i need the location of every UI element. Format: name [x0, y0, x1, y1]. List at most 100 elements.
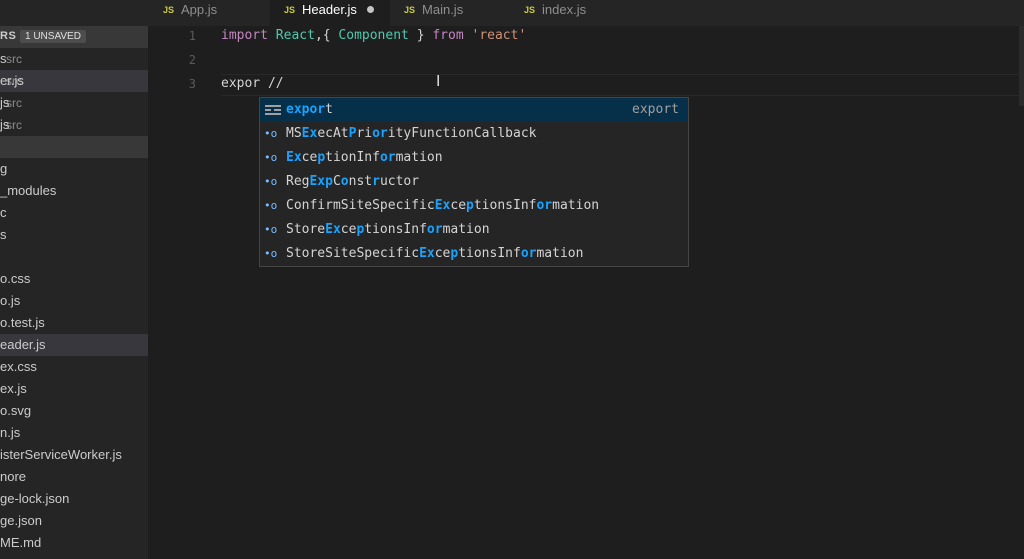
file-tree-item[interactable]: nore: [0, 466, 148, 488]
class-token: Component: [338, 28, 409, 43]
tab-index-js[interactable]: JS index.js: [510, 0, 630, 26]
label-segment: Store: [286, 222, 326, 237]
suggestion-label: RegExpConstructor: [286, 170, 419, 194]
method-icon: •o: [264, 151, 278, 164]
code-line-1[interactable]: import React,{ Component } from 'react': [221, 28, 526, 43]
file-name: o.js: [0, 293, 21, 308]
file-tree-item[interactable]: o.test.js: [0, 312, 148, 334]
suggestion-label: StoreExceptionsInformation: [286, 218, 490, 242]
file-tree-item[interactable]: ge-lock.json: [0, 488, 148, 510]
open-editor-item[interactable]: js src: [0, 92, 148, 114]
file-tree-item[interactable]: isterServiceWorker.js: [0, 444, 148, 466]
file-tree-item[interactable]: ex.js: [0, 378, 148, 400]
file-tree-item[interactable]: n.js: [0, 422, 148, 444]
tab-app-js[interactable]: JS App.js: [148, 0, 270, 26]
suggestion-item[interactable]: export export: [260, 98, 688, 122]
label-segment: C: [332, 174, 341, 189]
file-tree-item[interactable]: c: [0, 202, 148, 224]
file-tree-item[interactable]: _modules: [0, 180, 148, 202]
class-token: React: [275, 28, 315, 43]
suggestion-label: ConfirmSiteSpecificExceptionsInformation: [286, 194, 599, 218]
label-segment: mation: [552, 198, 600, 213]
match-highlight: Ex: [286, 150, 302, 165]
suggestion-label: StoreSiteSpecificExceptionsInformation: [286, 242, 583, 266]
editor-tab-bar: JS App.js JS Header.js JS Main.js JS index.j…: [148, 0, 1024, 26]
file-tree-item[interactable]: o.svg: [0, 400, 148, 422]
file-name: ex.js: [0, 381, 27, 396]
suggestion-item[interactable]: •o RegExpConstructor: [260, 170, 688, 194]
open-editor-item[interactable]: s src: [0, 48, 148, 70]
file-name: isterServiceWorker.js: [0, 447, 122, 462]
label-segment: mation: [536, 246, 584, 261]
minimap[interactable]: [1019, 26, 1024, 106]
tab-main-js[interactable]: JS Main.js: [390, 0, 510, 26]
js-file-icon: JS: [163, 5, 175, 15]
punct-token: ,{: [314, 28, 339, 43]
suggestion-label: export: [286, 98, 333, 122]
label-segment: ri: [356, 126, 373, 141]
match-highlight: Ex: [434, 198, 451, 213]
label-segment: uctor: [379, 174, 420, 189]
unsaved-dot-icon[interactable]: [366, 6, 374, 13]
match-highlight: or: [426, 222, 443, 237]
open-editor-item[interactable]: js src: [0, 114, 148, 136]
file-name: o.svg: [0, 403, 32, 418]
js-file-icon: JS: [284, 5, 296, 15]
file-tree-item[interactable]: ge.json: [0, 510, 148, 532]
file-name: ge-lock.json: [0, 491, 70, 506]
label-segment: ityFunctionCallback: [387, 126, 537, 141]
label-segment: ce: [301, 150, 318, 165]
current-line-highlight: [221, 74, 1024, 96]
file-tree-item[interactable]: ex.css: [0, 356, 148, 378]
project-folder-header[interactable]: [0, 136, 148, 158]
file-name: c: [0, 205, 7, 220]
file-tree-item[interactable]: eader.js: [0, 334, 148, 356]
open-editors-header[interactable]: RS 1 UNSAVED: [0, 26, 148, 48]
file-tree-item[interactable]: o.js: [0, 290, 148, 312]
js-file-icon: JS: [404, 5, 416, 15]
file-tree-item[interactable]: [0, 246, 148, 268]
match-highlight: or: [372, 126, 388, 141]
open-editor-item[interactable]: er.js src: [0, 70, 148, 92]
suggestion-item[interactable]: •o StoreSiteSpecificExceptionsInformation: [260, 242, 688, 266]
method-icon: •o: [264, 199, 278, 212]
autocomplete-suggest-widget[interactable]: export export •o MSExecAtPriorityFunctionCa…: [259, 97, 689, 267]
file-name: ge.json: [0, 513, 42, 528]
file-tree-item[interactable]: o.css: [0, 268, 148, 290]
label-segment: ce: [450, 198, 467, 213]
suggestion-item[interactable]: •o StoreExceptionsInformation: [260, 218, 688, 242]
line-number: 2: [188, 53, 196, 67]
file-tree-item[interactable]: g: [0, 158, 148, 180]
label-segment: ecAt: [317, 126, 349, 141]
match-highlight: or: [536, 198, 553, 213]
file-tree-item[interactable]: ME.md: [0, 532, 148, 554]
open-editors-title: RS: [0, 30, 17, 42]
js-file-icon: JS: [524, 5, 536, 15]
file-name: eader.js: [0, 337, 46, 352]
method-icon: •o: [264, 247, 278, 260]
suggestion-label: ExceptionInformation: [286, 146, 443, 170]
file-name: g: [0, 161, 8, 176]
code-line-3[interactable]: expor //: [221, 76, 284, 91]
method-icon: •o: [264, 127, 278, 140]
file-name: ex.css: [0, 359, 37, 374]
open-editor-name: js: [0, 95, 10, 110]
file-tree-item[interactable]: s: [0, 224, 148, 246]
file-name: n.js: [0, 425, 21, 440]
match-highlight: Ex: [301, 126, 318, 141]
tab-header-js[interactable]: JS Header.js: [270, 0, 390, 26]
label-segment: Reg: [286, 174, 310, 189]
suggestion-item[interactable]: •o ConfirmSiteSpecificExceptionsInformati…: [260, 194, 688, 218]
tab-label: index.js: [542, 2, 587, 17]
label-segment: ConfirmSiteSpecific: [286, 198, 435, 213]
file-name: nore: [0, 469, 27, 484]
open-editor-name: js: [0, 117, 10, 132]
method-icon: •o: [264, 175, 278, 188]
suggestion-item[interactable]: •o MSExecAtPriorityFunctionCallback: [260, 122, 688, 146]
suggestion-label: MSExecAtPriorityFunctionCallback: [286, 122, 536, 146]
explorer-sidebar: RS 1 UNSAVED s src er.js src js src js src g _mo…: [0, 0, 148, 559]
suggestion-item[interactable]: •o ExceptionInformation: [260, 146, 688, 170]
tab-label: Header.js: [302, 2, 357, 17]
unsaved-badge: 1 UNSAVED: [20, 30, 86, 43]
punct-token: }: [408, 28, 433, 43]
